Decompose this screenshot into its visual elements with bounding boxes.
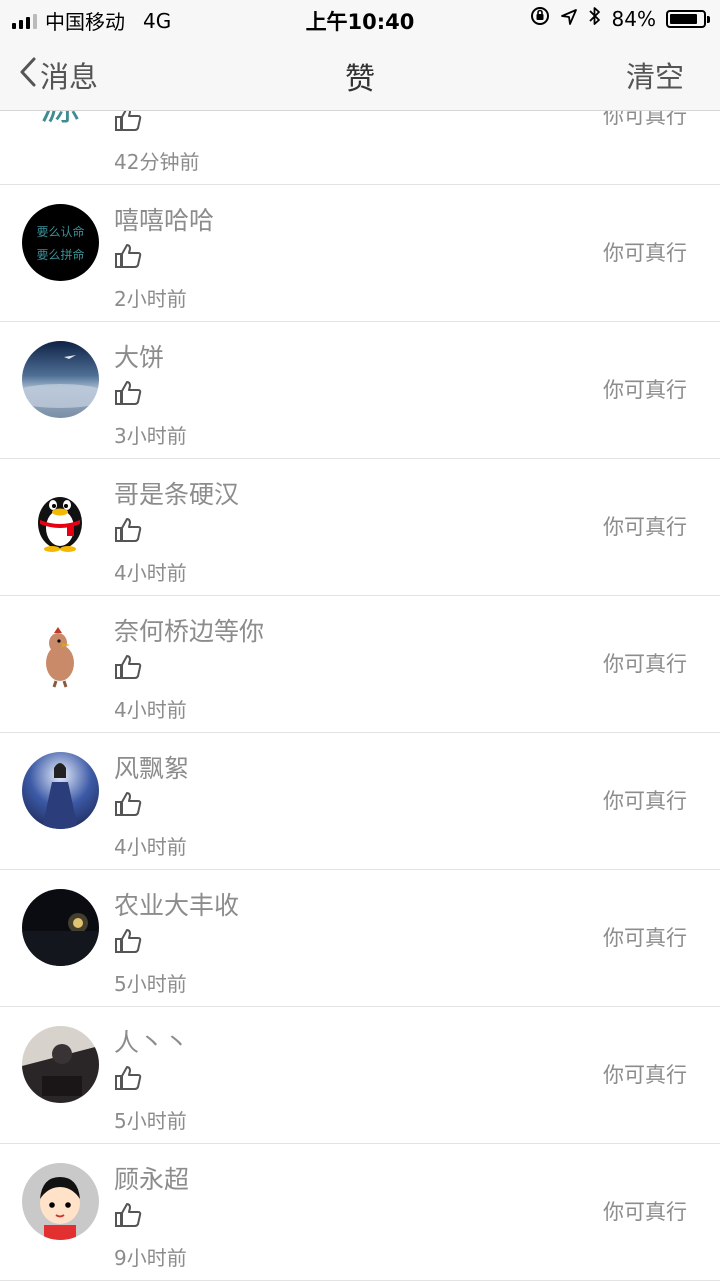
timestamp: 3小时前 — [114, 424, 187, 448]
like-list-item[interactable]: 大饼 3小时前 你可真行 — [0, 322, 720, 459]
avatar[interactable] — [22, 752, 99, 829]
user-name[interactable]: 人丶丶 — [114, 1023, 189, 1059]
avatar[interactable] — [22, 478, 99, 555]
avatar[interactable] — [22, 341, 99, 418]
battery-icon — [666, 9, 710, 28]
avatar[interactable] — [22, 615, 99, 692]
timestamp: 2小时前 — [114, 287, 187, 311]
user-name[interactable]: 奈何桥边等你 — [114, 612, 264, 648]
like-list-item[interactable]: 人丶丶 5小时前 你可真行 — [0, 1007, 720, 1144]
thumbs-up-icon — [114, 791, 142, 821]
orientation-lock-icon — [530, 6, 550, 31]
timestamp: 5小时前 — [114, 972, 187, 996]
avatar[interactable] — [22, 889, 99, 966]
avatar[interactable] — [22, 1026, 99, 1103]
liked-content-preview[interactable]: 你可真行 — [603, 1059, 687, 1089]
like-list-item[interactable]: 要么认命 要么拼命 嘻嘻哈哈 2小时前 你可真行 — [0, 185, 720, 322]
thumbs-up-icon — [114, 380, 142, 410]
avatar-text: 要么拼命 — [36, 247, 85, 262]
like-list-item[interactable]: 哥是条硬汉 4小时前 你可真行 — [0, 459, 720, 596]
thumbs-up-icon — [114, 928, 142, 958]
timestamp: 9小时前 — [114, 1246, 187, 1270]
location-icon — [560, 7, 578, 31]
likes-list: 源42分钟前你可真行要么认命要么拼命嘻嘻哈哈2小时前你可真行大饼3小时前你可真行… — [0, 48, 720, 1281]
thumbs-up-icon — [114, 654, 142, 684]
thumbs-up-icon — [114, 1202, 142, 1232]
battery-percent: 84% — [611, 6, 656, 31]
avatar-text: 要么认命 — [36, 224, 85, 239]
like-list-item[interactable]: 风飘絮 4小时前 你可真行 — [0, 733, 720, 870]
liked-content-preview[interactable]: 你可真行 — [603, 785, 687, 815]
liked-content-preview[interactable]: 你可真行 — [603, 922, 687, 952]
liked-content-preview[interactable]: 你可真行 — [603, 511, 687, 541]
user-name[interactable]: 大饼 — [114, 338, 164, 374]
liked-content-preview[interactable]: 你可真行 — [603, 374, 687, 404]
like-list-item[interactable]: 奈何桥边等你 4小时前 你可真行 — [0, 596, 720, 733]
user-name[interactable]: 嘻嘻哈哈 — [114, 201, 214, 237]
liked-content-preview[interactable]: 你可真行 — [603, 648, 687, 678]
avatar[interactable]: 要么认命 要么拼命 — [22, 204, 99, 281]
timestamp: 42分钟前 — [114, 150, 200, 174]
thumbs-up-icon — [114, 517, 142, 547]
user-name[interactable]: 农业大丰收 — [114, 886, 239, 922]
timestamp: 5小时前 — [114, 1109, 187, 1133]
timestamp: 4小时前 — [114, 561, 187, 585]
avatar[interactable] — [22, 1163, 99, 1240]
timestamp: 4小时前 — [114, 698, 187, 722]
navigation-bar: 消息 赞 清空 — [0, 38, 720, 111]
user-name[interactable]: 哥是条硬汉 — [114, 475, 239, 511]
liked-content-preview[interactable]: 你可真行 — [603, 237, 687, 267]
like-list-item[interactable]: 顾永超 9小时前 你可真行 — [0, 1144, 720, 1281]
thumbs-up-icon — [114, 1065, 142, 1095]
user-name[interactable]: 风飘絮 — [114, 749, 189, 785]
thumbs-up-icon — [114, 243, 142, 273]
like-list-item[interactable]: 农业大丰收 5小时前 你可真行 — [0, 870, 720, 1007]
page-title: 赞 — [345, 62, 375, 97]
status-bar: 中国移动 4G 上午10:40 84% — [0, 0, 720, 38]
timestamp: 4小时前 — [114, 835, 187, 859]
user-name[interactable]: 顾永超 — [114, 1160, 189, 1196]
clear-button[interactable]: 清空 — [626, 54, 684, 96]
bluetooth-icon — [588, 6, 602, 31]
liked-content-preview[interactable]: 你可真行 — [603, 1196, 687, 1226]
